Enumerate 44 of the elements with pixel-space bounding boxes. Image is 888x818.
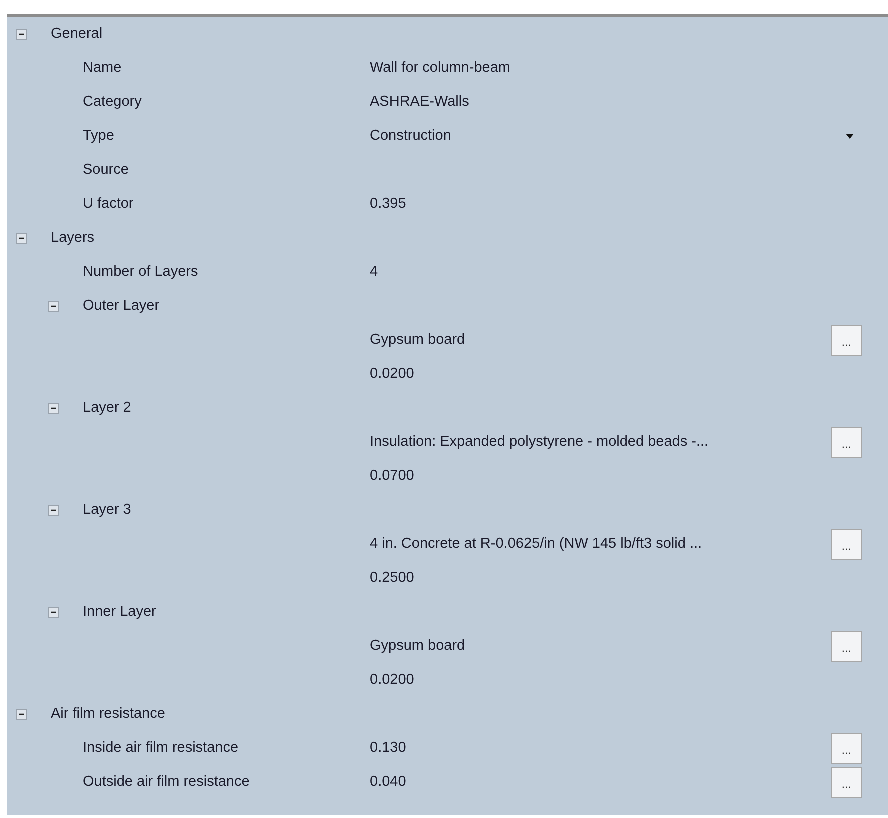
- property-label: Inside air film resistance: [83, 740, 239, 756]
- property-label: Source: [83, 162, 129, 178]
- category-label: Layers: [51, 230, 95, 246]
- collapse-icon[interactable]: [48, 504, 59, 516]
- property-label: U factor: [83, 196, 134, 212]
- browse-button[interactable]: ...: [831, 630, 862, 662]
- browse-button[interactable]: ...: [831, 766, 862, 798]
- category-label: Outer Layer: [83, 298, 160, 314]
- collapse-icon[interactable]: [16, 708, 27, 720]
- property-value: Gypsum board: [370, 332, 466, 348]
- property-value: ASHRAE-Walls: [370, 94, 470, 110]
- category-label: General: [51, 26, 103, 42]
- property-value: 4: [370, 264, 378, 280]
- property-value: 0.0200: [370, 672, 414, 688]
- category-label: Inner Layer: [83, 604, 156, 620]
- browse-button[interactable]: ...: [831, 426, 862, 458]
- property-value: 0.040: [370, 774, 406, 790]
- collapse-icon[interactable]: [48, 402, 59, 414]
- property-value: Gypsum board: [370, 638, 466, 654]
- property-label: Type: [83, 128, 114, 144]
- property-label: Category: [83, 94, 142, 110]
- property-value: 0.0700: [370, 468, 414, 484]
- property-value: Construction: [370, 128, 452, 144]
- property-value: 0.0200: [370, 366, 414, 382]
- category-label: Layer 3: [83, 502, 132, 518]
- dropdown-caret-icon[interactable]: [846, 134, 854, 138]
- property-label: Outside air film resistance: [83, 774, 250, 790]
- property-value: Insulation: Expanded polystyrene - molded beads -...: [370, 434, 709, 450]
- property-label: Name: [83, 60, 122, 76]
- collapse-icon[interactable]: [48, 606, 59, 618]
- property-value: 4 in. Concrete at R-0.0625/in (NW 145 lb/ft3 solid ...: [370, 536, 702, 552]
- category-label: Air film resistance: [51, 706, 166, 722]
- property-value: 0.395: [370, 196, 406, 212]
- browse-button[interactable]: ...: [831, 324, 862, 356]
- category-label: Layer 2: [83, 400, 132, 416]
- collapse-icon[interactable]: [16, 232, 27, 244]
- browse-button[interactable]: ...: [831, 732, 862, 764]
- browse-button[interactable]: ...: [831, 528, 862, 560]
- property-value: Wall for column-beam: [370, 60, 510, 76]
- property-value: 0.130: [370, 740, 406, 756]
- property-value: 0.2500: [370, 570, 414, 586]
- property-label: Number of Layers: [83, 264, 198, 280]
- collapse-icon[interactable]: [16, 28, 27, 40]
- collapse-icon[interactable]: [48, 300, 59, 312]
